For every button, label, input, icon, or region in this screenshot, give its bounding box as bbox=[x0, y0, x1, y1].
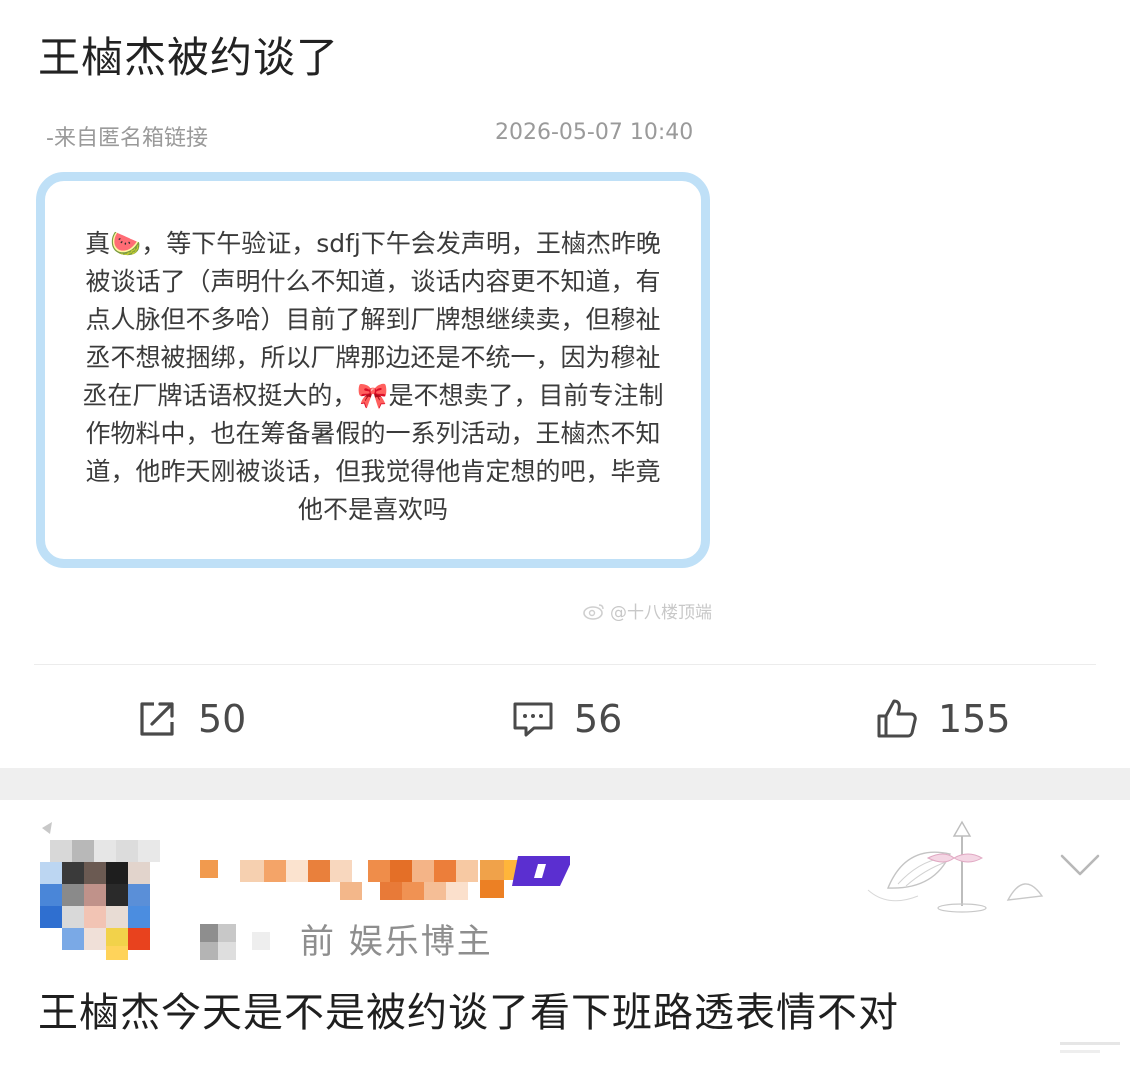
like-button[interactable]: 155 bbox=[874, 696, 1011, 742]
share-count: 50 bbox=[198, 697, 247, 741]
comment-text: 王樐杰今天是不是被约谈了看下班路透表情不对 bbox=[38, 990, 899, 1036]
post-source: -来自匿名箱链接 bbox=[46, 126, 208, 151]
comment-meta: 前 娱乐博主 bbox=[200, 914, 493, 963]
comment-count: 56 bbox=[574, 697, 623, 741]
comment-button[interactable]: 56 bbox=[510, 696, 622, 742]
time-blur bbox=[200, 923, 270, 960]
avatar[interactable] bbox=[40, 820, 162, 960]
like-count: 155 bbox=[938, 697, 1011, 741]
weibo-logo-icon bbox=[583, 603, 604, 620]
watermark: @十八楼顶端 bbox=[582, 598, 712, 623]
comment-icon bbox=[513, 702, 553, 737]
post-title: 王樐杰被约谈了 bbox=[38, 33, 340, 82]
post-timestamp: 2026-05-07 10:40 bbox=[495, 120, 694, 145]
decoration-sticker bbox=[867, 820, 1044, 913]
text-fade bbox=[1060, 1042, 1120, 1053]
username[interactable] bbox=[200, 856, 570, 900]
quote-card: 真🍉，等下午验证，sdfj下午会发声明，王樐杰昨晚被谈话了（声明什么不知道，谈话… bbox=[36, 172, 710, 568]
quote-card-text: 真🍉，等下午验证，sdfj下午会发声明，王樐杰昨晚被谈话了（声明什么不知道，谈话… bbox=[82, 229, 664, 524]
watermark-text: @十八楼顶端 bbox=[610, 603, 712, 623]
comment-sub-label: 前 娱乐博主 bbox=[300, 922, 493, 962]
thumbs-up-icon bbox=[877, 699, 917, 738]
divider bbox=[34, 664, 1096, 665]
share-icon bbox=[140, 702, 174, 736]
chevron-down-icon[interactable] bbox=[1058, 848, 1102, 884]
share-button[interactable]: 50 bbox=[134, 696, 246, 742]
